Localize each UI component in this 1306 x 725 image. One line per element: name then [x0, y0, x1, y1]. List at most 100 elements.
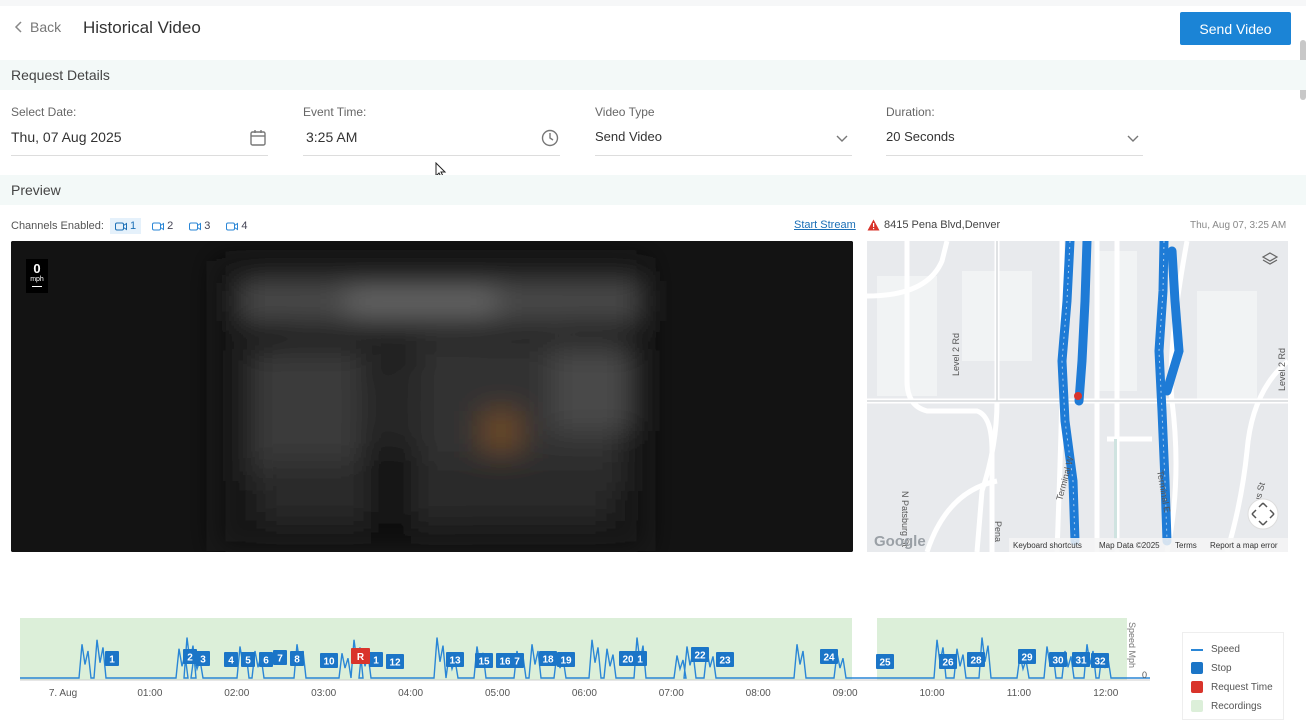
svg-text:28: 28: [970, 656, 982, 667]
event-time-field[interactable]: Event Time: 3:25 AM: [303, 104, 560, 156]
duration-select[interactable]: Duration: 20 Seconds: [886, 104, 1143, 156]
channels-row: Channels Enabled: 1 2 3 4: [11, 218, 252, 234]
legend-label: Stop: [1211, 662, 1232, 674]
legend-recordings: Recordings: [1191, 700, 1262, 712]
map-data-text: Map Data ©2025: [1099, 541, 1160, 550]
stop-marker: 31: [1072, 652, 1090, 667]
x-tick-label: 01:00: [137, 688, 162, 699]
svg-text:30: 30: [1052, 656, 1064, 667]
stop-marker: 12: [386, 654, 404, 669]
x-tick-label: 12:00: [1093, 688, 1118, 699]
stop-swatch: [1191, 662, 1203, 674]
svg-text:1: 1: [637, 655, 643, 666]
back-button[interactable]: Back: [14, 19, 61, 35]
request-time-marker: R: [351, 648, 370, 664]
x-tick-label: 11:00: [1007, 688, 1032, 699]
speed-underline: [32, 286, 42, 287]
y-axis-label: Speed Mph: [1127, 622, 1137, 668]
start-stream-link[interactable]: Start Stream: [794, 219, 856, 231]
channel-3-toggle[interactable]: 3: [184, 218, 215, 234]
svg-text:16: 16: [499, 657, 511, 668]
x-tick-label: 09:00: [833, 688, 858, 699]
stop-marker: 19: [557, 652, 575, 667]
svg-text:19: 19: [560, 656, 572, 667]
video-camera-icon: [114, 222, 127, 230]
clock-icon[interactable]: [540, 128, 560, 148]
channel-1-toggle[interactable]: 1: [109, 218, 142, 234]
video-type-value: Send Video: [595, 129, 662, 144]
send-video-button[interactable]: Send Video: [1180, 12, 1291, 45]
stop-marker: 10: [320, 653, 338, 668]
svg-text:4: 4: [228, 656, 234, 667]
preview-title: Preview: [11, 182, 61, 198]
video-type-select[interactable]: Video Type Send Video: [595, 104, 852, 156]
map-terms-link: Terms: [1175, 541, 1197, 550]
stop-marker: 7: [273, 650, 287, 665]
stop-marker: 5: [241, 652, 255, 667]
stop-marker: 1: [633, 651, 647, 666]
back-label: Back: [30, 19, 62, 35]
svg-text:1: 1: [373, 656, 379, 667]
x-tick-label: 04:00: [398, 688, 423, 699]
channel-number: 1: [129, 220, 137, 232]
stop-marker: 6: [259, 652, 273, 667]
legend-request: Request Time: [1191, 681, 1273, 693]
stop-marker: 2: [183, 649, 197, 664]
stop-marker: 1: [369, 652, 383, 667]
svg-text:2: 2: [187, 653, 193, 664]
channel-number: 3: [204, 220, 211, 232]
timeline-chart: 1 2 3 4 5 6 7 8 10 1 12 13 15 16 7 18 19 20 1 22 23 24 25 26 28 2…: [20, 618, 1150, 699]
stop-marker: 28: [967, 652, 985, 667]
recording-band: [877, 618, 1127, 680]
stop-marker: 13: [446, 652, 464, 667]
map-street-label: Level 2 Rd: [1277, 348, 1287, 391]
google-logo: Google: [874, 533, 926, 550]
svg-text:7: 7: [277, 654, 283, 665]
vehicle-marker: [1074, 392, 1082, 400]
svg-text:18: 18: [542, 655, 554, 666]
location-time: Thu, Aug 07, 3:25 AM: [1190, 220, 1287, 231]
svg-text:5: 5: [245, 656, 251, 667]
event-time-label: Event Time:: [303, 105, 367, 119]
svg-text:20: 20: [622, 655, 634, 666]
x-tick-label: 06:00: [572, 688, 597, 699]
stop-marker: 23: [716, 652, 734, 667]
channel-number: 2: [167, 220, 174, 232]
x-tick-label: 10:00: [919, 688, 944, 699]
svg-text:22: 22: [694, 651, 706, 662]
legend-label: Request Time: [1211, 681, 1273, 693]
legend-label: Speed: [1211, 644, 1240, 655]
svg-text:15: 15: [478, 657, 490, 668]
svg-text:13: 13: [449, 656, 461, 667]
map-keyboard-shortcuts-link: Keyboard shortcuts: [1013, 541, 1082, 550]
video-camera-icon: [189, 222, 202, 230]
channels-label: Channels Enabled:: [11, 220, 104, 232]
calendar-icon[interactable]: [248, 128, 268, 148]
speed-swatch: [1191, 648, 1203, 651]
video-player[interactable]: [11, 241, 853, 552]
stop-marker: 30: [1049, 652, 1067, 667]
date-field[interactable]: Select Date: Thu, 07 Aug 2025: [11, 104, 268, 156]
x-tick-label: 02:00: [224, 688, 249, 699]
svg-text:7: 7: [514, 657, 520, 668]
duration-label: Duration:: [886, 105, 935, 119]
chevron-down-icon: [836, 135, 848, 142]
page-title: Historical Video: [83, 18, 201, 37]
stop-marker: 1: [105, 651, 119, 666]
location-row: 8415 Pena Blvd,Denver: [867, 219, 1000, 231]
request-details-title: Request Details: [11, 67, 110, 83]
legend-label: Recordings: [1211, 700, 1262, 712]
svg-text:24: 24: [823, 653, 835, 664]
channel-2-toggle[interactable]: 2: [147, 218, 178, 234]
speed-timeline[interactable]: 1 2 3 4 5 6 7 8 10 1 12 13 15 16 7 18 19 20 1 22 23 24 25 26 28 2…: [0, 600, 1306, 720]
stop-marker: 3: [196, 651, 210, 666]
channel-4-toggle[interactable]: 4: [221, 218, 252, 234]
x-tick-label: 08:00: [746, 688, 771, 699]
svg-text:23: 23: [719, 656, 731, 667]
speed-overlay: 0 mph: [26, 259, 48, 293]
svg-text:12: 12: [389, 658, 401, 669]
map-view[interactable]: Level 2 Rd N Patsburg St Pena Terminal W…: [867, 241, 1288, 552]
map-street-label: Pena: [993, 521, 1003, 542]
svg-text:3: 3: [200, 655, 206, 666]
svg-text:1: 1: [109, 655, 115, 666]
